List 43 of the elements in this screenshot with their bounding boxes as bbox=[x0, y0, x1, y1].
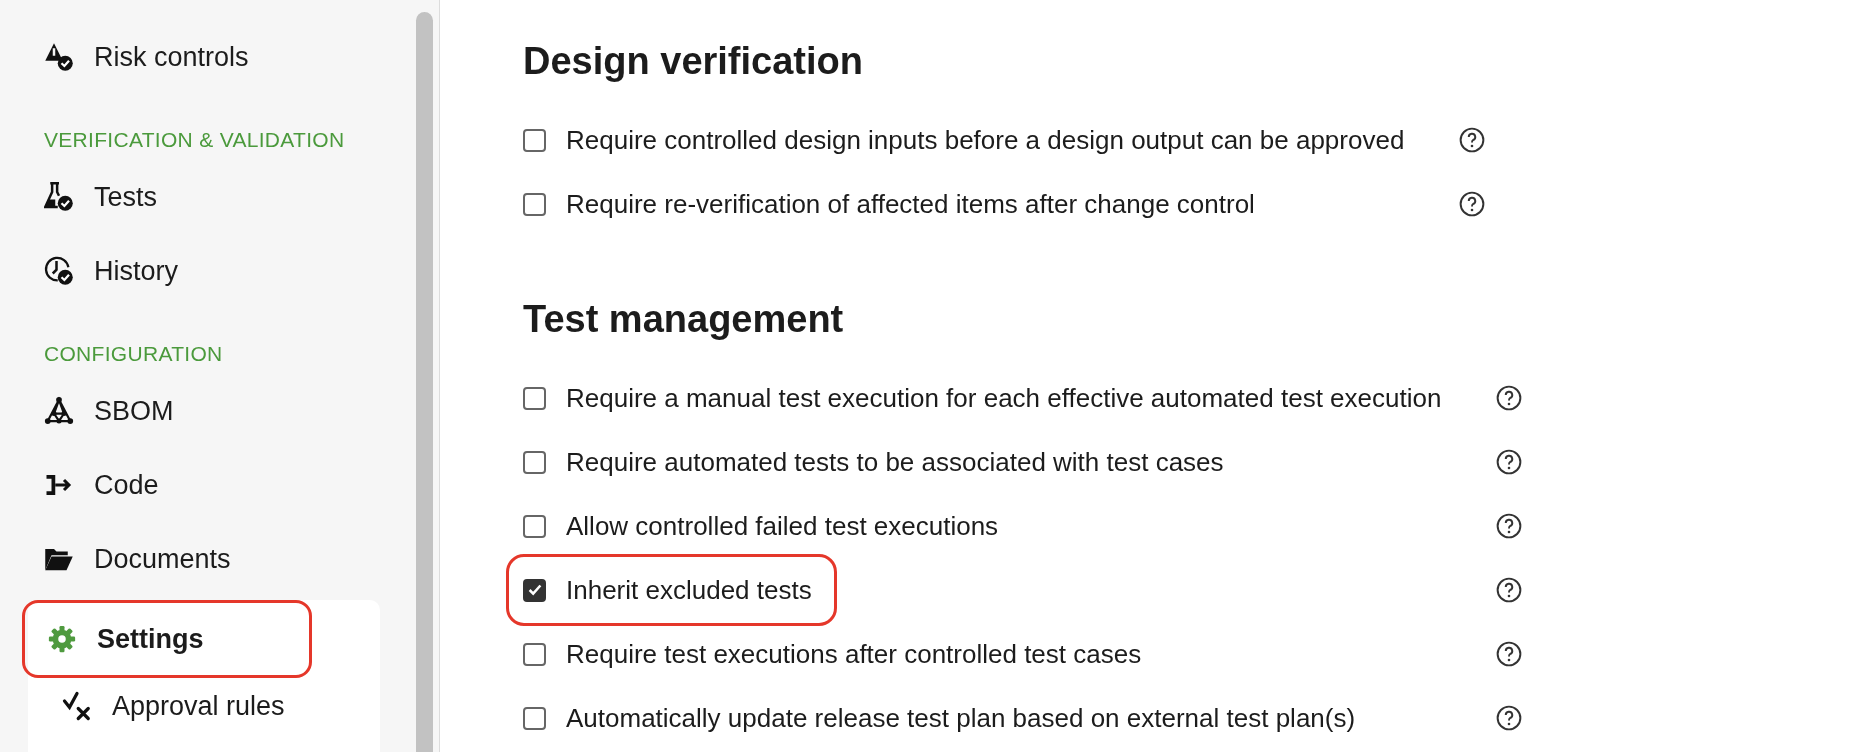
help-icon[interactable] bbox=[1459, 191, 1486, 217]
help-icon[interactable] bbox=[1496, 577, 1523, 603]
section-heading: CONFIGURATION bbox=[44, 341, 224, 367]
help-icon[interactable] bbox=[1459, 127, 1486, 153]
checkbox[interactable] bbox=[523, 578, 546, 602]
help-icon[interactable] bbox=[1496, 385, 1523, 411]
network-icon bbox=[44, 396, 74, 426]
warning-check-icon bbox=[44, 42, 74, 72]
section-title: Test management bbox=[523, 297, 845, 342]
help-icon[interactable] bbox=[1496, 513, 1523, 539]
option-label: Require re-verification of affected items after change control bbox=[566, 188, 1255, 220]
help-icon[interactable] bbox=[1496, 641, 1523, 667]
sidebar-subitem[interactable]: Approval rules bbox=[28, 678, 380, 734]
section-title: Design verification bbox=[523, 39, 864, 84]
help-icon[interactable] bbox=[1496, 449, 1523, 475]
checkbox[interactable] bbox=[523, 128, 546, 152]
option-label: Require a manual test execution for each effective automated test execution bbox=[566, 382, 1442, 414]
checkbox[interactable] bbox=[523, 706, 546, 730]
option-label: Require automated tests to be associated with test cases bbox=[566, 446, 1224, 478]
checkbox[interactable] bbox=[523, 386, 546, 410]
sidebar-item[interactable]: Documents bbox=[0, 522, 412, 596]
checkbox[interactable] bbox=[523, 514, 546, 538]
option-label: Allow controlled failed test executions bbox=[566, 510, 999, 542]
sidebar-item[interactable]: Risk controls bbox=[0, 20, 412, 94]
scrollbar[interactable] bbox=[416, 12, 433, 752]
gear-icon bbox=[47, 624, 77, 654]
option-label: Inherit excluded tests bbox=[566, 574, 812, 606]
sidebar-item[interactable]: SBOM bbox=[0, 374, 412, 448]
checkbox[interactable] bbox=[523, 642, 546, 666]
section-heading: VERIFICATION & VALIDATION bbox=[44, 127, 346, 153]
sidebar-item[interactable]: Settings bbox=[22, 600, 312, 678]
sidebar-item[interactable]: Code bbox=[0, 448, 412, 522]
sidebar-item[interactable]: Tests bbox=[0, 160, 412, 234]
option-label: Require test executions after controlled test cases bbox=[566, 638, 1142, 670]
help-icon[interactable] bbox=[1496, 705, 1523, 731]
checkbox[interactable] bbox=[523, 192, 546, 216]
clock-check-icon bbox=[44, 256, 74, 286]
option-label: Require controlled design inputs before a design output can be approved bbox=[566, 124, 1405, 156]
sidebar-item[interactable]: History bbox=[0, 234, 412, 308]
check-x-icon bbox=[62, 691, 92, 721]
checkbox[interactable] bbox=[523, 450, 546, 474]
option-label: Automatically update release test plan based on external test plan(s) bbox=[566, 702, 1356, 734]
flask-check-icon bbox=[44, 182, 74, 212]
